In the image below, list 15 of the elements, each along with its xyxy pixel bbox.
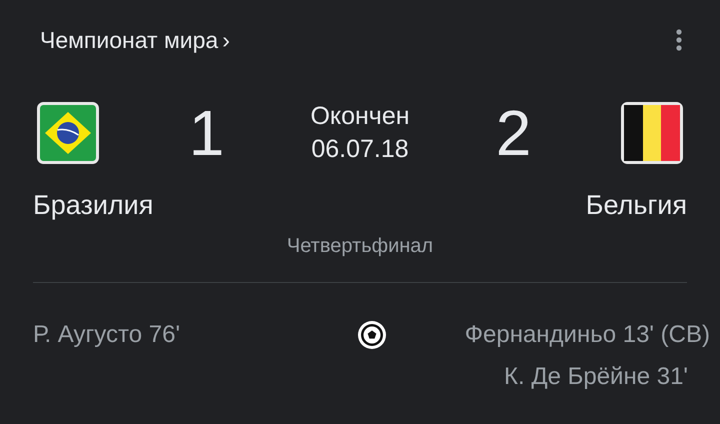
competition-link[interactable]: Чемпионат мира › [40,26,230,54]
team-score: 1 [188,101,224,165]
flag-icon [37,102,99,164]
team-name: Бельгия [586,190,687,221]
team-name: Бразилия [33,190,154,221]
goal-scorer: Р. Аугусто 76' [33,320,182,350]
goal-scorer: Фернандиньо 13' (СВ) [464,320,710,350]
goal-scorer: К. Де Брёйне 31' [504,362,688,392]
more-options-icon[interactable] [675,28,683,52]
soccer-ball-icon [356,320,386,350]
match-date: 06.07.18 [311,134,409,165]
match-stage: Четвертьфинал [286,235,434,258]
team-score: 2 [496,101,532,165]
flag-icon [621,102,683,164]
match-status: Окончен [310,101,410,132]
